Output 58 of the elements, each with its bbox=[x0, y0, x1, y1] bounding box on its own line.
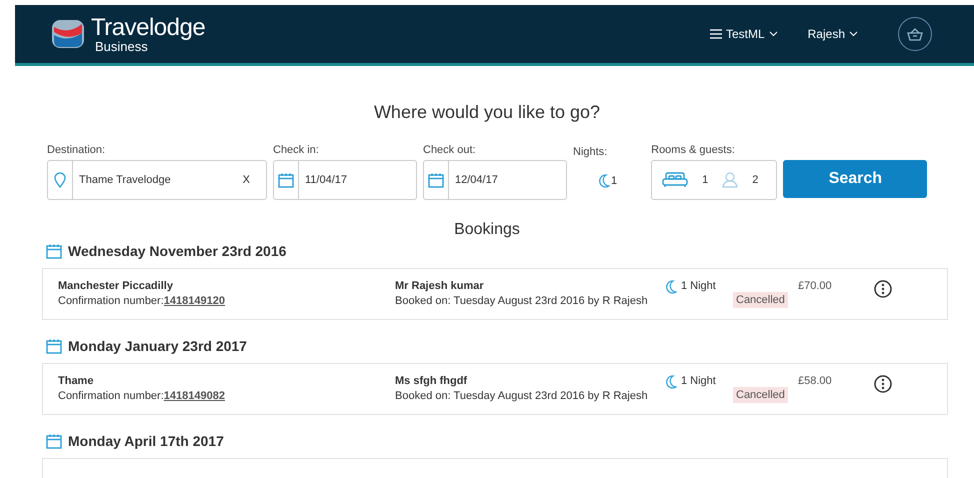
confirmation-link[interactable]: 1418149120 bbox=[164, 295, 225, 307]
booking-date: Monday April 17th 2017 bbox=[68, 433, 224, 449]
confirmation-number: Confirmation number:1418149082 bbox=[58, 390, 226, 402]
moon-icon bbox=[664, 375, 677, 389]
field-label: Nights: bbox=[573, 146, 608, 158]
nights-count: 1 bbox=[611, 175, 618, 187]
calendar-icon bbox=[428, 172, 444, 188]
guest-name: Ms sfgh fhgdf bbox=[395, 375, 468, 387]
person-icon bbox=[722, 172, 738, 188]
guest-name: Mr Rajesh kumar bbox=[395, 280, 485, 292]
price-text: £58.00 bbox=[798, 375, 832, 387]
booked-on-text: Booked on: Tuesday August 23rd 2016 by R Rajesh bbox=[395, 390, 649, 402]
booked-on-text: Booked on: Tuesday August 23rd 2016 by R Rajesh bbox=[395, 295, 649, 307]
rooms-guests-field[interactable]: 1 2 bbox=[651, 160, 778, 200]
confirmation-number: Confirmation number:1418149120 bbox=[58, 295, 226, 307]
status-tag: Cancelled bbox=[733, 292, 788, 308]
menu-icon bbox=[710, 29, 722, 39]
guests-count: 2 bbox=[752, 174, 758, 186]
confirmation-link[interactable]: 1418149082 bbox=[164, 390, 225, 402]
info-icon[interactable] bbox=[874, 280, 892, 298]
hotel-name: Thame bbox=[58, 375, 94, 387]
hotel-name: Manchester Piccadilly bbox=[58, 280, 174, 292]
moon-icon bbox=[664, 280, 677, 294]
basket-icon bbox=[907, 28, 923, 40]
location-pin-icon bbox=[54, 172, 66, 188]
clear-button[interactable]: X bbox=[236, 173, 256, 187]
logo-icon bbox=[51, 19, 85, 49]
field-label: Destination: bbox=[47, 144, 106, 156]
moon-icon bbox=[597, 174, 610, 188]
chevron-down-icon bbox=[849, 31, 858, 37]
nights-text: 1 Night bbox=[681, 280, 716, 292]
calendar-icon bbox=[278, 172, 294, 188]
search-title: Where would you like to go? bbox=[372, 102, 602, 123]
menu-dropdown[interactable]: TestML bbox=[704, 26, 784, 42]
rooms-count: 1 bbox=[702, 174, 708, 186]
calendar-icon bbox=[46, 434, 62, 448]
section-title: Bookings bbox=[453, 221, 521, 239]
search-button[interactable]: Search bbox=[783, 160, 928, 198]
user-dropdown[interactable]: Rajesh bbox=[802, 26, 864, 42]
field-label: Rooms & guests: bbox=[651, 144, 736, 156]
price-text: £70.00 bbox=[798, 280, 832, 292]
info-icon[interactable] bbox=[874, 375, 892, 393]
check-in-field[interactable]: 11/04/17 bbox=[273, 160, 417, 200]
brand-name: Travelodge bbox=[91, 16, 206, 40]
bed-icon bbox=[662, 172, 688, 188]
booking-date: Monday January 23rd 2017 bbox=[68, 338, 247, 354]
chevron-down-icon bbox=[768, 31, 778, 37]
calendar-icon bbox=[46, 338, 62, 354]
booking-date: Wednesday November 23rd 2016 bbox=[68, 243, 286, 259]
field-label: Check in: bbox=[273, 144, 320, 156]
check-out-field[interactable]: 12/04/17 bbox=[423, 160, 567, 200]
nights-text: 1 Night bbox=[681, 375, 716, 387]
calendar-icon bbox=[46, 244, 62, 258]
status-tag: Cancelled bbox=[733, 387, 788, 403]
basket-button[interactable] bbox=[898, 17, 932, 51]
destination-field[interactable]: Thame Travelodge X bbox=[47, 160, 267, 200]
field-label: Check out: bbox=[423, 144, 477, 156]
brand-subtitle: Business bbox=[95, 40, 148, 52]
